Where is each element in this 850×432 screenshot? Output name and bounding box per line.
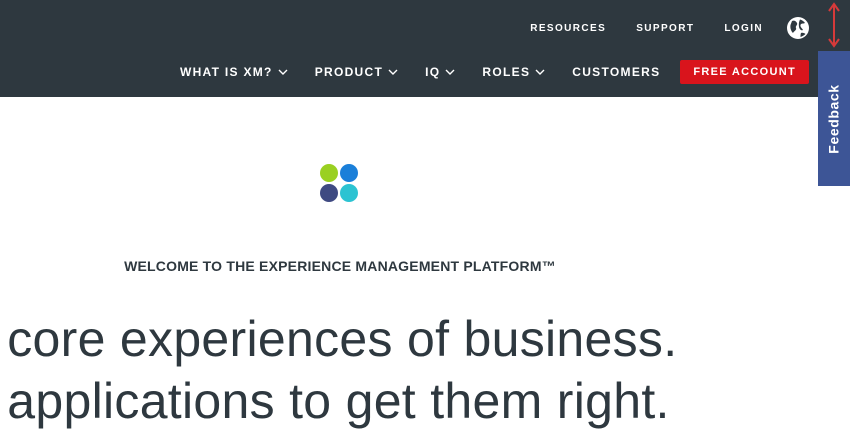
logo-dot-blue	[340, 164, 358, 182]
nav-roles[interactable]: ROLES	[482, 65, 545, 79]
nav-iq[interactable]: IQ	[425, 65, 455, 79]
globe-icon[interactable]	[786, 16, 810, 40]
login-link[interactable]: LOGIN	[724, 23, 763, 34]
nav-label: WHAT IS XM?	[179, 65, 273, 79]
chevron-down-icon	[445, 69, 455, 75]
chevron-down-icon	[278, 69, 288, 75]
nav-label: CUSTOMERS	[572, 65, 661, 79]
xm-logo	[319, 163, 361, 205]
site-header: RESOURCES SUPPORT LOGIN WHAT IS XM? PROD…	[0, 0, 850, 97]
resize-arrow-icon[interactable]	[826, 2, 842, 48]
logo-dot-teal	[340, 184, 358, 202]
nav-label: PRODUCT	[314, 65, 384, 79]
nav-customers[interactable]: CUSTOMERS	[572, 65, 660, 79]
support-link[interactable]: SUPPORT	[636, 23, 694, 34]
utility-nav: RESOURCES SUPPORT LOGIN	[500, 16, 810, 40]
free-account-button[interactable]: FREE ACCOUNT	[680, 60, 809, 84]
chevron-down-icon	[535, 69, 545, 75]
feedback-tab[interactable]: Feedback	[818, 51, 850, 186]
logo-dot-navy	[320, 184, 338, 202]
hero-headline: ur core experiences of business. ur appl…	[0, 308, 850, 432]
headline-line-1: ur core experiences of business.	[0, 311, 678, 367]
resources-link[interactable]: RESOURCES	[530, 23, 606, 34]
feedback-label: Feedback	[826, 83, 843, 154]
nav-product[interactable]: PRODUCT	[315, 65, 398, 79]
headline-line-2: ur applications to get them right.	[0, 373, 670, 429]
main-nav: WHAT IS XM? PRODUCT IQ ROLES CUSTOMERS F…	[180, 60, 809, 84]
hero-eyebrow: WELCOME TO THE EXPERIENCE MANAGEMENT PLA…	[124, 258, 556, 274]
chevron-down-icon	[388, 69, 398, 75]
nav-label: IQ	[425, 65, 441, 79]
nav-label: ROLES	[482, 65, 531, 79]
nav-what-is-xm[interactable]: WHAT IS XM?	[180, 65, 288, 79]
logo-dot-green	[320, 164, 338, 182]
